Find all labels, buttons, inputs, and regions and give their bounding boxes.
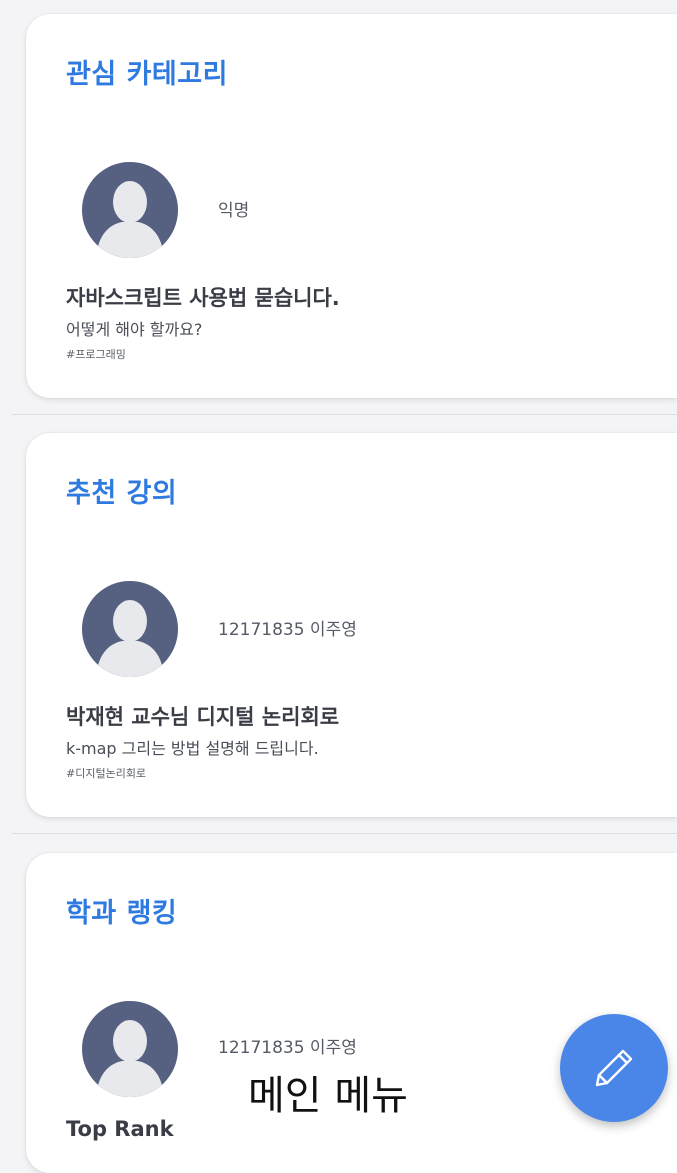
post-title[interactable]: 박재현 교수님 디지털 논리회로 (66, 701, 339, 731)
main-menu-label[interactable]: 메인 메뉴 (242, 1068, 414, 1124)
card-title: 추천 강의 (66, 478, 178, 509)
post-title[interactable]: Top Rank (66, 1117, 174, 1141)
card-recommended-lecture[interactable]: 추천 강의 12171835 이주영 박재현 교수님 디지털 논리회로 k-ma… (26, 433, 677, 817)
section-divider (12, 833, 677, 834)
pencil-icon (595, 1049, 633, 1087)
post-title[interactable]: 자바스크립트 사용법 묻습니다. (66, 282, 340, 312)
card-interest-category[interactable]: 관심 카테고리 익명 자바스크립트 사용법 묻습니다. 어떻게 해야 할까요? … (26, 14, 677, 398)
author-name: 12171835 이주영 (218, 1038, 357, 1058)
user-avatar-icon (82, 1001, 178, 1097)
user-avatar-icon (82, 581, 178, 677)
write-post-button[interactable] (560, 1014, 668, 1122)
post-body: k-map 그리는 방법 설명해 드립니다. (66, 739, 319, 758)
section-divider (12, 414, 677, 415)
card-title: 학과 랭킹 (66, 898, 178, 929)
post-tag[interactable]: #프로그래밍 (66, 346, 126, 362)
user-avatar-icon (82, 162, 178, 258)
author-name: 익명 (218, 201, 250, 221)
author-name: 12171835 이주영 (218, 620, 357, 640)
post-tag[interactable]: #디지털논리회로 (66, 765, 146, 781)
avatar (82, 581, 178, 677)
avatar (82, 162, 178, 258)
post-body: 어떻게 해야 할까요? (66, 320, 203, 339)
card-department-ranking[interactable]: 학과 랭킹 12171835 이주영 Top Rank (26, 853, 677, 1173)
avatar (82, 1001, 178, 1097)
card-title: 관심 카테고리 (66, 59, 228, 90)
